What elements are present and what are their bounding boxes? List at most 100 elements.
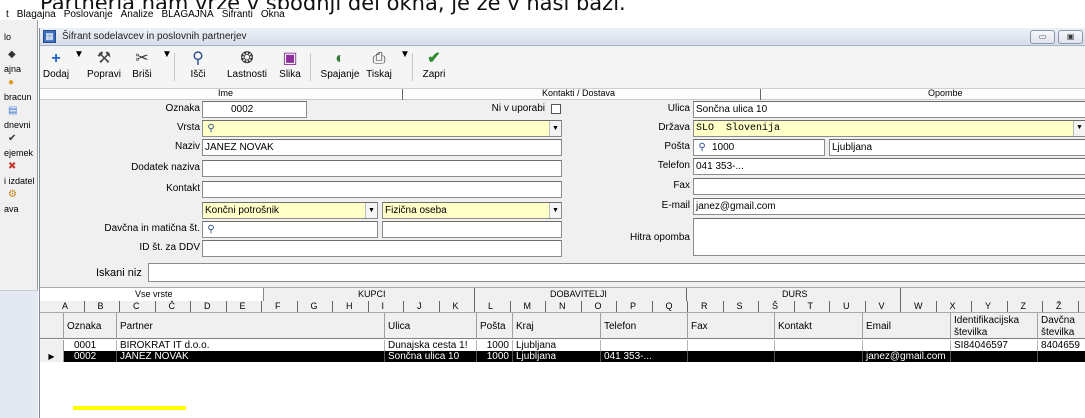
tab-customers[interactable]: KUPCI — [358, 289, 386, 299]
chevron-down-icon[interactable]: ▼ — [1073, 121, 1085, 136]
naziv-field[interactable]: JANEZ NOVAK — [202, 139, 562, 156]
dodatek-field[interactable] — [202, 160, 562, 177]
sidebar-item-daily[interactable]: ▤ dnevni — [0, 106, 38, 132]
image-button[interactable]: ▣ Slika — [276, 49, 304, 85]
alphabet-letter[interactable]: T — [808, 301, 814, 312]
alphabet-letter[interactable]: C — [133, 301, 140, 312]
column-header[interactable]: Ulica — [385, 313, 477, 339]
maximize-button[interactable]: ▣ — [1058, 30, 1083, 44]
sidebar-item-settings[interactable]: ⚙ ava — [0, 190, 38, 216]
customer-type-select[interactable]: Končni potrošnik ▼ — [202, 202, 378, 219]
search-icon[interactable]: ⚲ — [203, 121, 219, 136]
tab-all-label[interactable]: Vse vrste — [135, 289, 173, 299]
merge-button[interactable]: ◐ Spajanje — [320, 49, 360, 85]
tab-suppliers[interactable]: DOBAVITELJI — [550, 289, 607, 299]
oznaka-field[interactable]: 0002 — [202, 101, 307, 118]
print-button[interactable]: ⎙ Tiskaj — [364, 49, 394, 85]
chevron-down-icon[interactable]: ▼ — [549, 121, 561, 136]
properties-button[interactable]: ❂ Lastnosti — [222, 49, 272, 85]
alphabet-letter[interactable]: B — [98, 301, 104, 312]
telefon-field[interactable]: 041 353-... — [693, 158, 1085, 175]
alphabet-letter[interactable]: Š — [772, 301, 778, 312]
delete-button[interactable]: ✂ Briši — [128, 49, 156, 85]
alphabet-letter[interactable]: R — [701, 301, 708, 312]
alphabet-letter[interactable]: Ž — [1056, 301, 1062, 312]
table-row[interactable]: 0001 BIROKRAT IT d.o.o. Dunajska cesta 1! 1… — [40, 340, 1085, 351]
search-button[interactable]: ⚲ Išči — [184, 49, 212, 85]
add-dropdown-icon[interactable]: ▼ — [74, 49, 84, 85]
posta-field[interactable]: ⚲ 1000 — [693, 139, 825, 156]
filter-input[interactable] — [148, 263, 1085, 282]
alphabet-letter[interactable]: L — [488, 301, 493, 312]
delete-dropdown-icon[interactable]: ▼ — [162, 49, 172, 85]
alphabet-letter[interactable]: U — [843, 301, 850, 312]
ulica-field[interactable]: Sončna ulica 10 — [693, 101, 1085, 118]
row-indicator[interactable] — [40, 340, 64, 351]
menu-item-t[interactable]: t — [6, 9, 13, 20]
alphabet-letter[interactable]: H — [346, 301, 353, 312]
opomba-field[interactable] — [693, 218, 1085, 256]
column-header[interactable]: Oznaka — [64, 313, 117, 339]
alphabet-letter[interactable]: Q — [666, 301, 673, 312]
table-row[interactable]: ▶ 0002 JANEZ NOVAK Sončna ulica 10 1000 Ljubl… — [40, 351, 1085, 362]
menu-item-analize[interactable]: Analize — [116, 9, 158, 20]
kontakt-field[interactable] — [202, 181, 562, 198]
alphabet-letter[interactable]: V — [879, 301, 885, 312]
column-header[interactable]: Pošta — [477, 313, 513, 339]
drzava-select[interactable]: SLO Slovenija ▼ — [693, 120, 1085, 137]
maticna-field[interactable] — [382, 221, 562, 238]
add-button[interactable]: + Dodaj — [42, 49, 70, 85]
fax-field[interactable] — [693, 178, 1085, 195]
alphabet-letter[interactable]: O — [595, 301, 602, 312]
alphabet-letter[interactable]: J — [417, 301, 422, 312]
alphabet-letter[interactable]: X — [950, 301, 956, 312]
tab-durs[interactable]: DURS — [782, 289, 808, 299]
sidebar-item-invoice[interactable]: ● bracun — [0, 78, 38, 104]
alphabet-letter[interactable]: Z — [1021, 301, 1027, 312]
menu-item-blagajna[interactable]: Blagajna — [12, 9, 60, 20]
menu-item-okna[interactable]: Okna — [256, 9, 289, 20]
column-header[interactable]: Davčna številka — [1038, 313, 1085, 339]
row-pointer-icon[interactable]: ▶ — [40, 351, 64, 362]
column-header[interactable]: Fax — [688, 313, 775, 339]
alphabet-letter[interactable]: G — [311, 301, 318, 312]
alphabet-letter[interactable]: D — [204, 301, 211, 312]
ddv-field[interactable] — [202, 240, 562, 257]
column-header[interactable]: Partner — [117, 313, 385, 339]
alphabet-letter[interactable]: S — [737, 301, 743, 312]
print-dropdown-icon[interactable]: ▼ — [400, 49, 410, 85]
alphabet-letter[interactable]: E — [240, 301, 246, 312]
search-icon[interactable]: ⚲ — [203, 222, 219, 237]
column-header[interactable]: Email — [863, 313, 951, 339]
alphabet-letter[interactable]: P — [630, 301, 636, 312]
kraj-field[interactable]: Ljubljana — [829, 139, 1085, 156]
unused-checkbox[interactable] — [551, 104, 561, 114]
vrsta-select[interactable]: ⚲ ▼ — [202, 120, 562, 137]
alphabet-letter[interactable]: I — [382, 301, 385, 312]
sidebar-item-cashier[interactable]: ◆ ajna — [0, 50, 38, 76]
column-header[interactable]: Telefon — [601, 313, 688, 339]
sidebar-item-receipt[interactable]: ✔ ejemek — [0, 134, 38, 160]
menu-item-blagajna-caps[interactable]: BLAGAJNA — [157, 9, 218, 20]
alphabet-letter[interactable]: A — [62, 301, 68, 312]
column-header[interactable]: Kraj — [513, 313, 601, 339]
column-header[interactable]: Identifikacijska številka — [951, 313, 1038, 339]
email-field[interactable]: janez@gmail.com — [693, 198, 1085, 215]
menu-item-sifranti[interactable]: Sifranti — [217, 9, 257, 20]
close-button[interactable]: ✔ Zapri — [420, 49, 448, 85]
person-type-select[interactable]: Fizična oseba ▼ — [382, 202, 562, 219]
sidebar-item-expense[interactable]: ✖ i izdatel — [0, 162, 38, 188]
edit-button[interactable]: ⚒ Popravi — [84, 49, 124, 85]
alphabet-letter[interactable]: W — [914, 301, 923, 312]
minimize-button[interactable]: ▭ — [1030, 30, 1055, 44]
menu-item-poslovanje[interactable]: Poslovanje — [59, 9, 117, 20]
chevron-down-icon[interactable]: ▼ — [365, 203, 377, 218]
column-header[interactable]: Kontakt — [775, 313, 863, 339]
alphabet-letter[interactable]: Y — [985, 301, 991, 312]
alphabet-letter[interactable]: K — [453, 301, 459, 312]
alphabet-letter[interactable]: F — [275, 301, 281, 312]
search-icon[interactable]: ⚲ — [694, 140, 710, 155]
alphabet-letter[interactable]: N — [559, 301, 566, 312]
davcna-field[interactable]: ⚲ — [202, 221, 378, 238]
chevron-down-icon[interactable]: ▼ — [549, 203, 561, 218]
